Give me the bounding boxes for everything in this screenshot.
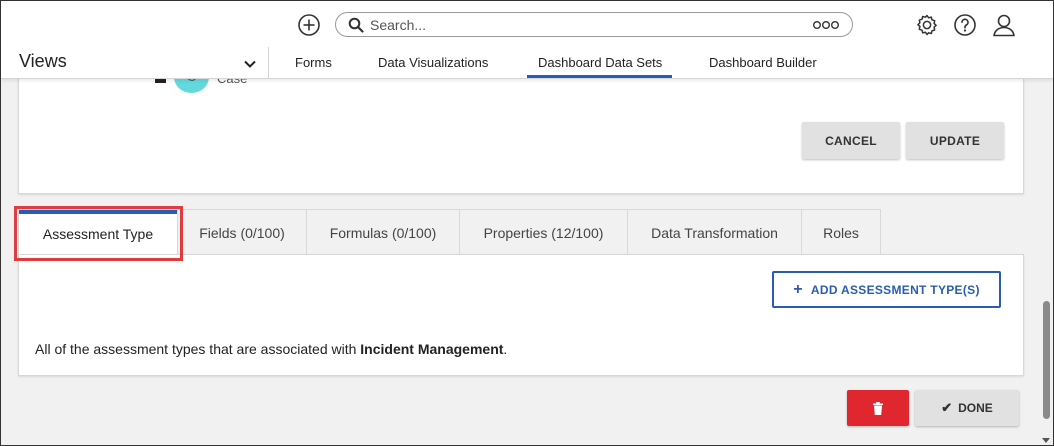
highlight-box bbox=[14, 206, 183, 261]
tab-content-panel: + ADD ASSESSMENT TYPE(S) All of the asse… bbox=[18, 254, 1024, 376]
tab-formulas[interactable]: Formulas (0/100) bbox=[306, 209, 460, 255]
update-button[interactable]: UPDATE bbox=[906, 122, 1004, 159]
done-button[interactable]: ✔ DONE bbox=[915, 390, 1019, 426]
description-prefix: All of the assessment types that are ass… bbox=[35, 341, 361, 357]
nav-tab-forms[interactable]: Forms bbox=[295, 55, 332, 70]
scrollbar-thumb[interactable] bbox=[1043, 301, 1050, 419]
more-icon[interactable] bbox=[812, 17, 840, 33]
tab-data-transformation[interactable]: Data Transformation bbox=[627, 209, 802, 255]
description-text: All of the assessment types that are ass… bbox=[35, 341, 507, 357]
tab-roles[interactable]: Roles bbox=[801, 209, 881, 255]
nav-tab-dashboard-builder[interactable]: Dashboard Builder bbox=[709, 55, 817, 70]
plus-icon: + bbox=[793, 280, 803, 298]
trash-icon bbox=[873, 401, 883, 415]
scrollbar[interactable] bbox=[1039, 79, 1053, 445]
views-dropdown[interactable]: Views bbox=[1, 47, 269, 79]
description-suffix: . bbox=[503, 341, 508, 357]
tab-label: Data Transformation bbox=[651, 224, 778, 241]
nav-tab-data-visualizations[interactable]: Data Visualizations bbox=[378, 55, 488, 70]
active-nav-indicator bbox=[527, 75, 672, 78]
edit-card: C Case CANCEL UPDATE bbox=[18, 61, 1024, 194]
tab-label: Properties (12/100) bbox=[483, 224, 604, 241]
chevron-down-icon bbox=[244, 60, 256, 68]
search-icon bbox=[348, 17, 364, 33]
nav-tab-dashboard-data-sets[interactable]: Dashboard Data Sets bbox=[538, 55, 662, 70]
tab-fields[interactable]: Fields (0/100) bbox=[177, 209, 307, 255]
search-input[interactable] bbox=[370, 16, 790, 33]
done-label: DONE bbox=[958, 401, 993, 415]
views-label: Views bbox=[19, 51, 67, 71]
gear-icon[interactable] bbox=[915, 13, 939, 37]
help-icon[interactable] bbox=[953, 13, 977, 37]
description-bold: Incident Management bbox=[360, 341, 504, 357]
check-icon: ✔ bbox=[941, 400, 953, 415]
add-assessment-type-button[interactable]: + ADD ASSESSMENT TYPE(S) bbox=[772, 271, 1001, 308]
add-button-label: ADD ASSESSMENT TYPE(S) bbox=[810, 282, 980, 297]
tab-label: Roles bbox=[823, 224, 859, 241]
nav-bar: Views Forms Data Visualizations Dashboar… bbox=[1, 47, 1053, 79]
delete-button[interactable] bbox=[847, 390, 909, 426]
tab-label: Fields (0/100) bbox=[199, 224, 285, 241]
search-bar[interactable] bbox=[335, 12, 853, 37]
tab-properties[interactable]: Properties (12/100) bbox=[459, 209, 628, 255]
user-icon[interactable] bbox=[991, 12, 1017, 38]
add-circle-icon[interactable] bbox=[297, 13, 321, 37]
scroll-down-arrow-icon[interactable] bbox=[1042, 438, 1050, 443]
tab-label: Formulas (0/100) bbox=[329, 224, 437, 241]
cancel-button[interactable]: CANCEL bbox=[802, 122, 900, 159]
top-bar bbox=[1, 1, 1053, 47]
